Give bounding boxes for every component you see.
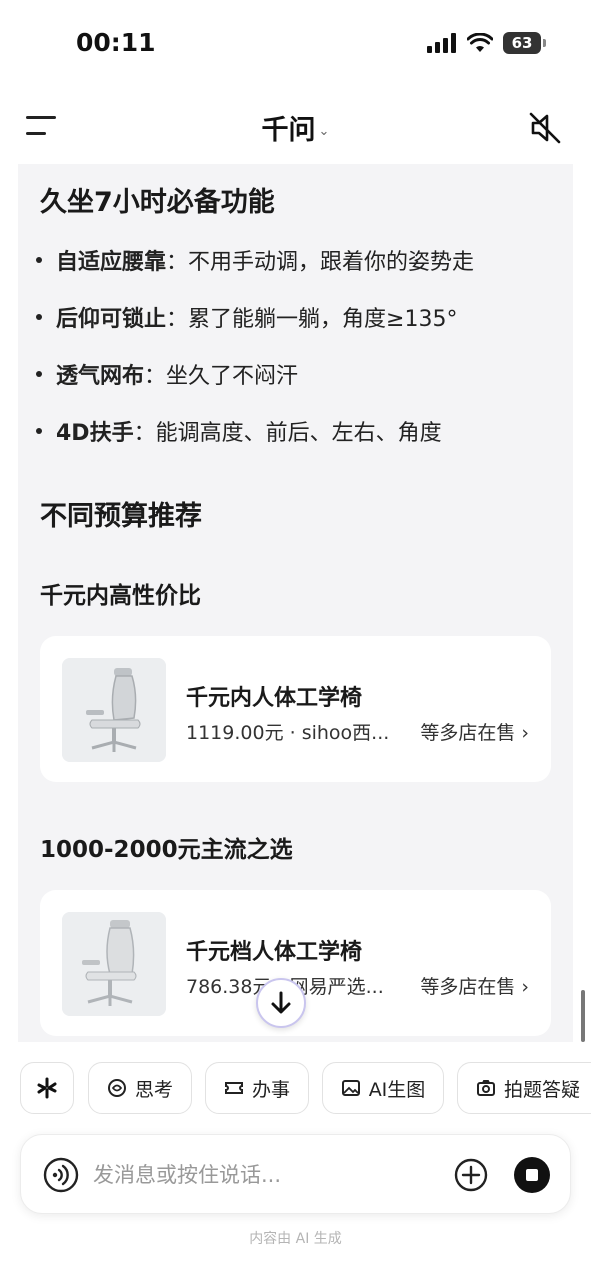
wifi-icon bbox=[467, 33, 493, 52]
chip-label: 思考 bbox=[134, 1078, 173, 1101]
chip-spark[interactable] bbox=[20, 1062, 74, 1114]
status-time: 00:11 bbox=[76, 28, 156, 57]
chip-ai-image[interactable]: AI生图 bbox=[322, 1062, 444, 1114]
section-heading-budget: 不同预算推荐 bbox=[40, 501, 202, 532]
chair-image bbox=[62, 658, 166, 762]
ai-disclaimer: 内容由 AI 生成 bbox=[249, 1231, 342, 1247]
chip-label: 拍题答疑 bbox=[504, 1078, 581, 1101]
product-name: 千元内人体工学椅 bbox=[186, 686, 363, 711]
chip-photo-question[interactable]: 拍题答疑 bbox=[457, 1062, 591, 1114]
spark-icon bbox=[37, 1077, 57, 1099]
battery-level: 63 bbox=[511, 34, 533, 52]
chip-label: 办事 bbox=[251, 1078, 290, 1101]
camera-icon bbox=[477, 1080, 495, 1096]
status-bar: 00:11 63 bbox=[0, 0, 591, 90]
message-composer bbox=[20, 1134, 571, 1214]
signal-icon bbox=[427, 33, 456, 53]
chip-label: AI生图 bbox=[368, 1078, 426, 1101]
chair-image bbox=[62, 912, 166, 1016]
add-icon[interactable] bbox=[453, 1157, 489, 1193]
product-stores-link[interactable]: 等多店在售 › bbox=[420, 718, 529, 745]
product-name: 千元档人体工学椅 bbox=[186, 940, 363, 965]
product-image bbox=[62, 658, 166, 762]
budget-group-title: 千元内高性价比 bbox=[40, 583, 201, 609]
app-title: 千问 bbox=[261, 115, 316, 146]
message-input[interactable] bbox=[93, 1155, 423, 1195]
image-icon bbox=[341, 1080, 360, 1096]
arrow-down-icon bbox=[271, 991, 291, 1014]
app-header: 千问 ⌄ bbox=[0, 90, 591, 164]
chevron-down-icon: ⌄ bbox=[318, 124, 330, 139]
battery-icon: 63 bbox=[503, 32, 546, 54]
budget-group-title: 1000-2000元主流之选 bbox=[40, 837, 293, 863]
voice-icon[interactable] bbox=[43, 1157, 79, 1193]
product-price-seller: 1119.00元 · sihoo西... bbox=[186, 722, 390, 744]
product-card[interactable]: 千元内人体工学椅 1119.00元 · sihoo西... 等多店在售 › bbox=[40, 636, 551, 782]
section-heading-features: 久坐7小时必备功能 bbox=[40, 187, 275, 218]
feature-item: 透气网布：坐久了不闷汗 bbox=[36, 358, 298, 390]
scrollbar[interactable] bbox=[581, 990, 585, 1042]
product-stores-link[interactable]: 等多店在售 › bbox=[420, 972, 529, 999]
chip-tasks[interactable]: 办事 bbox=[205, 1062, 309, 1114]
scroll-to-bottom-button[interactable] bbox=[256, 978, 306, 1028]
think-icon bbox=[107, 1079, 126, 1097]
mute-icon[interactable] bbox=[527, 110, 563, 146]
stop-button[interactable] bbox=[514, 1157, 550, 1193]
feature-item: 4D扶手：能调高度、前后、左右、角度 bbox=[36, 415, 442, 447]
ticket-icon bbox=[224, 1082, 243, 1094]
status-icons: 63 bbox=[427, 32, 546, 54]
chip-think[interactable]: 思考 bbox=[88, 1062, 192, 1114]
chat-message: 久坐7小时必备功能 自适应腰靠：不用手动调，跟着你的姿势走 后仰可锁止：累了能躺… bbox=[18, 164, 573, 1042]
product-image bbox=[62, 912, 166, 1016]
feature-item: 后仰可锁止：累了能躺一躺，角度≥135° bbox=[36, 301, 457, 333]
model-selector[interactable]: 千问 ⌄ bbox=[0, 108, 591, 147]
stop-icon bbox=[526, 1169, 538, 1181]
feature-item: 自适应腰靠：不用手动调，跟着你的姿势走 bbox=[36, 244, 474, 276]
quick-actions: 思考 办事 AI生图 拍题答疑 bbox=[20, 1062, 591, 1114]
